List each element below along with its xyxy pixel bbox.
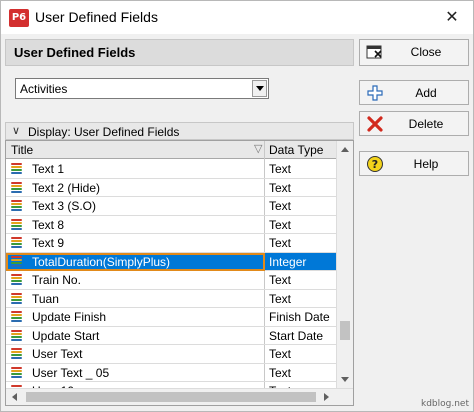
panel-header-title: User Defined Fields	[14, 45, 136, 60]
udf-field-icon	[11, 366, 22, 379]
dropdown-button[interactable]	[252, 80, 267, 97]
udf-field-icon	[11, 200, 22, 212]
help-button[interactable]: ? Help	[359, 151, 469, 176]
display-label: Display: User Defined Fields	[28, 125, 180, 139]
close-dialog-icon	[366, 43, 384, 61]
dialog-window: P6 User Defined Fields ✕ User Defined Fi…	[0, 0, 474, 412]
table-row[interactable]: Text 1 Text	[6, 160, 337, 179]
scroll-up-icon[interactable]	[341, 147, 349, 152]
table-row[interactable]: Text 2 (Hide) Text	[6, 179, 337, 197]
table-row[interactable]: Text 8 Text	[6, 216, 337, 234]
table-row[interactable]: Train No. Text	[6, 271, 337, 290]
row-title: Text 3 (S.O)	[32, 199, 97, 213]
window-close-icon[interactable]: ✕	[437, 5, 467, 29]
row-data-type: Integer	[269, 254, 307, 269]
scroll-right-icon[interactable]	[324, 393, 329, 401]
watermark: kdblog.net	[421, 399, 469, 409]
row-data-type: Text	[269, 217, 292, 232]
row-title: Update Finish	[32, 310, 107, 324]
udf-field-icon	[11, 181, 22, 194]
table-row[interactable]: Update Start Start Date	[6, 327, 337, 345]
table-row[interactable]: Tuan Text	[6, 290, 337, 308]
subject-area-dropdown[interactable]: Activities	[15, 78, 269, 99]
udf-field-icon	[11, 348, 22, 360]
row-title: Text 8	[32, 217, 65, 232]
udf-field-icon	[11, 237, 22, 249]
row-title: User Text	[32, 347, 83, 361]
column-header-data-type[interactable]: Data Type	[269, 143, 323, 157]
udf-field-icon	[11, 218, 22, 231]
table-header: Title ▽ Data Type	[6, 141, 337, 159]
close-button[interactable]: Close	[359, 39, 469, 66]
row-data-type: Start Date	[269, 328, 324, 343]
svg-text:?: ?	[372, 158, 378, 171]
row-title: TotalDuration(SimplyPlus)	[32, 254, 171, 269]
row-title: Train No.	[32, 273, 81, 287]
window-title: User Defined Fields	[35, 9, 158, 25]
row-title: Text 9	[32, 236, 65, 250]
row-data-type: Text	[269, 199, 292, 213]
row-data-type: Text	[269, 162, 292, 176]
chevron-down-icon[interactable]: ∨	[12, 124, 20, 137]
row-data-type: Text	[269, 236, 292, 250]
table-body: Text 1 Text Text 2 (Hide) Text Text 3 (S.O) T…	[6, 160, 337, 401]
title-bar: P6 User Defined Fields ✕	[1, 1, 473, 34]
row-data-type: Text	[269, 291, 292, 306]
udf-field-icon	[11, 255, 22, 268]
scroll-thumb[interactable]	[340, 321, 350, 340]
column-header-title[interactable]: Title	[11, 143, 33, 157]
row-title: Text 2 (Hide)	[32, 180, 101, 195]
udf-field-icon	[11, 292, 22, 305]
row-data-type: Text	[269, 347, 292, 361]
udf-table: Title ▽ Data Type Text 1 Text Text 2 (Hide…	[5, 140, 354, 406]
filter-icon[interactable]: ▽	[254, 142, 262, 155]
display-bar[interactable]: ∨ Display: User Defined Fields	[5, 122, 354, 140]
plus-icon	[366, 84, 384, 102]
row-data-type: Text	[269, 273, 292, 287]
row-title: User Text _ 05	[32, 365, 110, 380]
row-data-type: Text	[269, 365, 292, 380]
table-row[interactable]: User Text _ 05 Text	[6, 364, 337, 382]
row-title: Tuan	[32, 291, 59, 306]
delete-button-label: Delete	[408, 117, 444, 131]
table-row[interactable]: Update Finish Finish Date	[6, 308, 337, 327]
subject-area-value: Activities	[20, 82, 68, 96]
udf-field-icon	[11, 163, 22, 175]
delete-x-icon	[366, 115, 384, 133]
row-data-type: Finish Date	[269, 310, 330, 324]
row-data-type: Text	[269, 180, 292, 195]
table-row[interactable]: User Text Text	[6, 345, 337, 364]
table-row[interactable]: Text 9 Text	[6, 234, 337, 253]
add-button[interactable]: Add	[359, 80, 469, 105]
udf-field-icon	[11, 329, 22, 342]
p6-app-icon: P6	[9, 9, 29, 27]
table-row[interactable]: TotalDuration(SimplyPlus) Integer	[6, 252, 337, 271]
help-icon: ?	[366, 155, 384, 173]
row-title: Update Start	[32, 328, 100, 343]
add-button-label: Add	[415, 86, 437, 100]
udf-field-icon	[11, 311, 22, 323]
scroll-down-icon[interactable]	[341, 377, 349, 382]
close-button-label: Close	[410, 45, 442, 59]
help-button-label: Help	[413, 157, 439, 171]
horizontal-scrollbar[interactable]	[6, 388, 353, 405]
vertical-scrollbar[interactable]	[336, 141, 353, 389]
delete-button[interactable]: Delete	[359, 111, 469, 136]
scroll-thumb[interactable]	[26, 392, 316, 402]
panel-header: User Defined Fields	[5, 39, 354, 66]
chevron-down-icon	[256, 86, 264, 91]
row-title: Text 1	[32, 162, 65, 176]
table-row[interactable]: Text 3 (S.O) Text	[6, 197, 337, 216]
udf-field-icon	[11, 274, 22, 286]
scroll-left-icon[interactable]	[12, 393, 17, 401]
